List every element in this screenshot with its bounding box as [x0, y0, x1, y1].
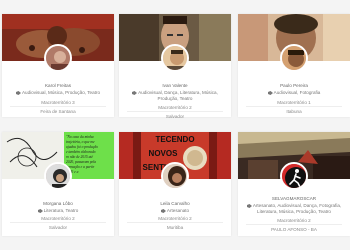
artist-macroterritory: Macroterritório 2 [158, 105, 192, 110]
tags-icon [160, 208, 166, 213]
artist-tags-text: Audiovisual, Fotografia [273, 90, 321, 95]
artist-tags: Audiovisual, Música, Produção, Teatro [8, 90, 108, 96]
artist-tags: Audiovisual, Dança, Literatura, Música, … [125, 90, 225, 101]
divider [127, 222, 223, 223]
artist-city: PAULO AFONSO - BA [271, 227, 317, 232]
artist-city: Salvador [48, 225, 68, 230]
avatar [280, 162, 308, 190]
avatar [280, 44, 308, 72]
avatar [44, 162, 72, 190]
banner-note-line: ro não de 2015 até [66, 155, 93, 159]
artist-tags: Artesanato [125, 208, 225, 214]
artist-tags: Literatura, Teatro [8, 208, 108, 214]
artist-tags: Audiovisual, Fotografia [244, 90, 344, 96]
artist-macroterritory: Macroterritório 3 [41, 100, 75, 105]
avatar [161, 162, 189, 190]
artist-card[interactable]: Paulo Pereira Audiovisual, Fotografia Ma… [238, 14, 350, 117]
artist-macroterritory: Macroterritório 2 [41, 216, 75, 221]
artist-card[interactable]: "No caso da minha trajetória, o que me a… [2, 132, 114, 236]
artist-name[interactable]: Paulo Pereira [238, 83, 350, 88]
artist-city: Feira de Santana [40, 109, 76, 114]
artist-macroterritory: Macroterritório 2 [158, 216, 192, 221]
artist-name[interactable]: SELVAGMAROSCAR [238, 196, 350, 201]
divider [127, 111, 223, 112]
divider [246, 224, 342, 225]
banner-sign-line: NOVOS [149, 149, 179, 158]
banner-note-line: ajudou foi o produção [66, 145, 98, 149]
artist-tags-text: Artesanato [166, 208, 190, 213]
artist-card[interactable]: TECENDO NOVOS SENTIDOS Leila Carvalho Ar… [119, 132, 231, 236]
artist-tags: Artesanato, Audiovisual, Dança, Fotograf… [244, 203, 344, 214]
artist-name[interactable]: Leila Carvalho [119, 201, 231, 206]
artist-card[interactable]: Ivan Valente Audiovisual, Dança, Literat… [119, 14, 231, 119]
artist-tags-text: Audiovisual, Dança, Literatura, Música, … [138, 90, 218, 101]
artist-tags-text: Artesanato, Audiovisual, Dança, Fotograf… [252, 203, 342, 214]
artist-name[interactable]: Karol Freitas [2, 83, 114, 88]
avatar [44, 44, 72, 72]
divider [10, 106, 106, 107]
artist-city: Muritiba [166, 225, 184, 230]
tags-icon [132, 90, 138, 95]
tags-icon [15, 90, 21, 95]
artist-tags-text: Literatura, Teatro [43, 208, 79, 213]
artist-card[interactable]: Karol Freitas Audiovisual, Música, Produ… [2, 14, 114, 117]
artist-name[interactable]: Morgana Lôbo [2, 201, 114, 206]
divider [10, 222, 106, 223]
artist-macroterritory: Macroterritório 1 [277, 100, 311, 105]
artist-city: Itabuna [286, 109, 302, 114]
artist-name[interactable]: Ivan Valente [119, 83, 231, 88]
artist-macroterritory: Macroterritório 2 [277, 218, 311, 223]
avatar [161, 44, 189, 72]
tags-icon [246, 203, 252, 208]
tags-icon [37, 208, 43, 213]
artist-city: Salvador [165, 114, 185, 119]
banner-sign-line: TECENDO [155, 135, 194, 144]
divider [246, 106, 342, 107]
tags-icon [267, 90, 273, 95]
artist-tags-text: Audiovisual, Música, Produção, Teatro [21, 90, 101, 95]
artist-card[interactable]: SELVAGMAROSCAR Artesanato, Audiovisual, … [238, 132, 350, 236]
banner-note-line: e também elaborado [66, 150, 96, 154]
banner-note-line: "No caso da minha [66, 135, 94, 139]
